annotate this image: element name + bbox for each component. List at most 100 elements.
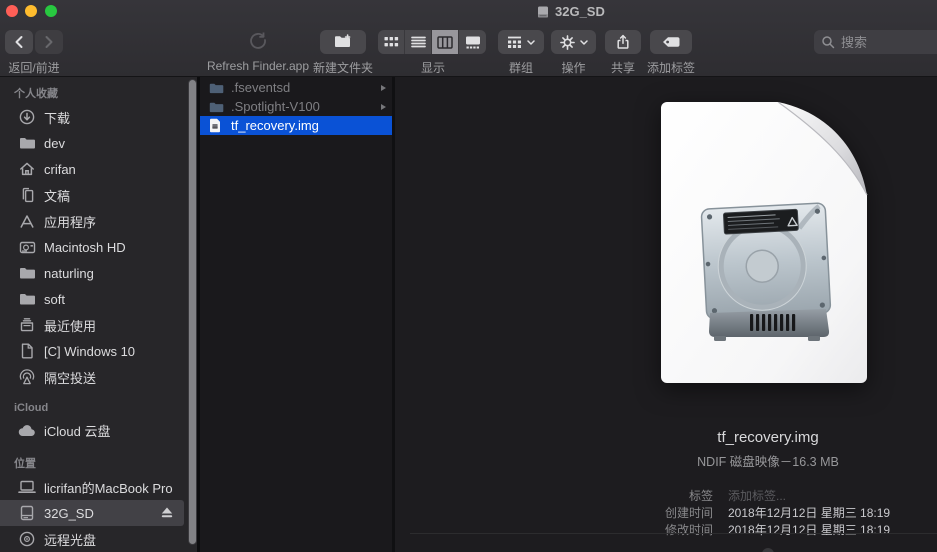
chevron-down-icon [579, 39, 588, 45]
sidebar: 个人收藏 下载 dev crifan 文稿 应用程序 Macintosh HD … [0, 77, 197, 552]
file-name: tf_recovery.img [231, 118, 319, 133]
search-icon [821, 35, 835, 49]
harddrive-icon [18, 238, 36, 256]
sidebar-item-label: naturling [44, 265, 94, 281]
sidebar-item-label: [C] Windows 10 [44, 343, 136, 359]
refresh-app-icon[interactable] [247, 29, 269, 51]
share-button[interactable] [605, 30, 641, 54]
external-disk-icon [18, 504, 36, 522]
file-name: .fseventsd [231, 80, 291, 95]
disk-image-file-icon [209, 118, 225, 133]
disk-image-preview-icon[interactable] [661, 102, 871, 383]
titlebar-toolbar: 32G_SD 返回/前进 Refresh Finder.app 新建文件夹 显示… [0, 0, 937, 77]
chevron-down-icon [527, 39, 535, 45]
window-title: 32G_SD [536, 4, 605, 19]
disclosure-triangle-icon[interactable] [381, 103, 386, 110]
sidebar-item-label: 远程光盘 [44, 532, 97, 548]
applications-icon [18, 212, 36, 230]
group-label: 群组 [508, 61, 533, 75]
new-folder-button[interactable] [320, 30, 366, 54]
laptop-icon [18, 478, 36, 496]
view-list-button[interactable] [405, 30, 432, 54]
sidebar-item-macintosh-hd[interactable]: Macintosh HD [0, 234, 197, 260]
info-row-created: 创建时间 2018年12月12日 星期三 18:19 [555, 504, 937, 521]
group-button[interactable] [498, 30, 544, 54]
info-label: 标签 [688, 489, 713, 503]
share-label: 共享 [610, 61, 635, 75]
volume-proxy-icon [536, 5, 550, 19]
sidebar-item-airdrop[interactable]: 隔空投送 [0, 364, 197, 390]
file-row-spotlight-v100[interactable]: .Spotlight-V100 [200, 97, 392, 116]
sidebar-item-label: crifan [44, 161, 76, 177]
chevron-left-icon [14, 35, 24, 49]
gear-icon [559, 34, 575, 50]
info-label: 修改时间 [664, 523, 713, 537]
file-row-tf-recovery-img[interactable]: tf_recovery.img [200, 116, 392, 135]
sidebar-scrollbar[interactable] [188, 79, 197, 545]
back-button[interactable] [5, 30, 33, 54]
airdrop-icon [18, 368, 36, 386]
sidebar-section-locations: 位置 [14, 458, 36, 470]
sidebar-item-icloud-drive[interactable]: iCloud 云盘 [0, 417, 197, 443]
sidebar-item-recents[interactable]: 最近使用 [0, 312, 197, 338]
show-more-button-clipped[interactable] [762, 548, 774, 552]
sidebar-item-label: 最近使用 [44, 318, 97, 334]
sidebar-item-label: licrifan的MacBook Pro [44, 480, 173, 496]
sidebar-item-downloads[interactable]: 下载 [0, 104, 197, 130]
file-row-fseventsd[interactable]: .fseventsd [200, 78, 392, 97]
disclosure-triangle-icon[interactable] [381, 84, 386, 91]
add-tags-button[interactable] [650, 30, 692, 54]
file-name: .Spotlight-V100 [231, 99, 320, 114]
sidebar-item-applications[interactable]: 应用程序 [0, 208, 197, 234]
refresh-app-label: Refresh Finder.app [206, 59, 310, 73]
view-gallery-button[interactable] [459, 30, 486, 54]
search-field[interactable] [814, 30, 937, 54]
cloud-icon [18, 421, 36, 439]
sidebar-item-dev[interactable]: dev [0, 130, 197, 156]
hidden-folder-icon [209, 101, 225, 113]
sidebar-item-soft[interactable]: soft [0, 286, 197, 312]
sidebar-section-favorites: 个人收藏 [14, 88, 58, 100]
sidebar-item-label: 隔空投送 [44, 370, 97, 386]
window-title-text: 32G_SD [555, 4, 605, 19]
sidebar-item-label: soft [44, 291, 65, 307]
chevron-right-icon [44, 35, 54, 49]
view-icons-button[interactable] [378, 30, 405, 54]
back-forward-label: 返回/前进 [8, 61, 60, 75]
sidebar-item-home[interactable]: crifan [0, 156, 197, 182]
minimize-window-button[interactable] [25, 5, 37, 17]
add-tags-label: 添加标签 [647, 61, 696, 75]
preview-pane: tf_recovery.img NDIF 磁盘映像－16.3 MB 标签 添加标… [395, 77, 937, 552]
sidebar-item-32g-sd[interactable]: 32G_SD [0, 500, 184, 526]
folder-icon [18, 290, 36, 308]
share-icon [615, 34, 631, 50]
zoom-window-button[interactable] [45, 5, 57, 17]
documents-icon [18, 186, 36, 204]
view-columns-button[interactable] [432, 30, 459, 54]
file-list-column: .fseventsd .Spotlight-V100 tf_recovery.i… [200, 77, 392, 552]
sidebar-item-c-windows-10[interactable]: [C] Windows 10 [0, 338, 197, 364]
tag-icon [661, 36, 681, 48]
sidebar-item-naturling[interactable]: naturling [0, 260, 197, 286]
eject-button[interactable] [160, 506, 174, 519]
sidebar-item-documents[interactable]: 文稿 [0, 182, 197, 208]
sidebar-item-label: dev [44, 135, 65, 151]
view-label: 显示 [420, 61, 445, 75]
new-folder-icon [333, 34, 353, 50]
close-window-button[interactable] [6, 5, 18, 17]
info-row-modified: 修改时间 2018年12月12日 星期三 18:19 [555, 521, 937, 538]
action-button[interactable] [551, 30, 596, 54]
sidebar-item-remote-disc[interactable]: 远程光盘 [0, 526, 197, 552]
document-icon [18, 342, 36, 360]
forward-button[interactable] [35, 30, 63, 54]
sidebar-item-label: 32G_SD [44, 505, 94, 521]
action-label: 操作 [561, 61, 586, 75]
download-icon [18, 108, 36, 126]
search-input[interactable] [839, 33, 923, 51]
view-segmented-control [378, 30, 486, 54]
add-tags-link[interactable]: 添加标签... [728, 487, 937, 504]
folder-icon [18, 264, 36, 282]
folder-icon [18, 134, 36, 152]
preview-file-kind: NDIF 磁盘映像－16.3 MB [697, 455, 839, 469]
sidebar-item-macbook-pro[interactable]: licrifan的MacBook Pro [0, 474, 197, 500]
